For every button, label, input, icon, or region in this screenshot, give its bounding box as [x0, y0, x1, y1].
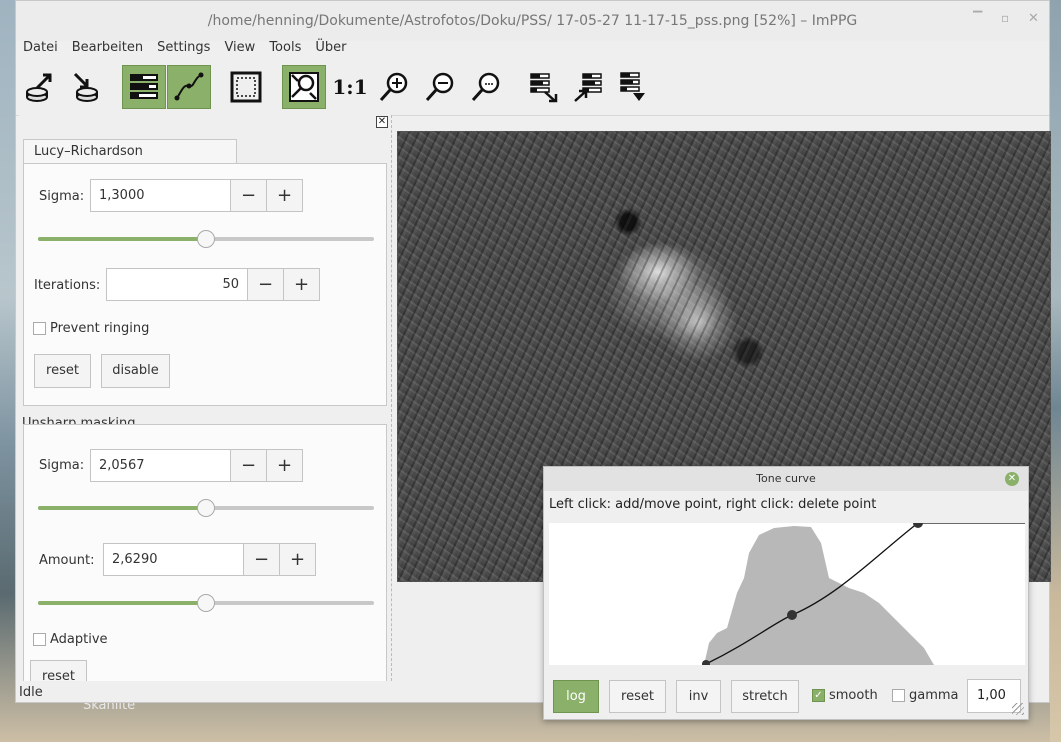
curve-point-3[interactable] — [913, 523, 923, 528]
menu-file[interactable]: Datei — [16, 38, 65, 58]
tone-curve-close-icon[interactable]: ✕ — [1005, 472, 1019, 486]
window-title: /home/henning/Dokumente/Astrofotos/Doku/… — [16, 1, 1049, 41]
fit-window-icon — [289, 72, 319, 102]
zoom-1to1-button[interactable]: 1:1 — [328, 65, 372, 109]
zoom-in-button[interactable] — [372, 65, 416, 109]
lr-sigma-slider[interactable] — [38, 230, 374, 248]
um-amount-slider-handle[interactable] — [197, 594, 215, 612]
maximize-icon[interactable]: ▫ — [1001, 11, 1009, 25]
menu-about[interactable]: Über — [308, 38, 353, 58]
tone-curve-window: Tone curve ✕ Left click: add/move point,… — [543, 466, 1029, 720]
fit-window-button[interactable] — [282, 65, 326, 109]
zoom-out-icon — [425, 72, 454, 102]
um-sigma-decrement-button[interactable]: − — [230, 449, 267, 482]
um-sigma-input[interactable]: 2,0567 — [90, 449, 231, 482]
batch-settings-icon — [530, 73, 558, 103]
lr-sigma-slider-fill — [38, 237, 206, 241]
batch-settings-button[interactable] — [522, 65, 566, 109]
toolbar: 1:1 — [16, 61, 1049, 116]
stretch-button[interactable]: stretch — [731, 680, 799, 713]
close-icon[interactable]: ✕ — [1028, 11, 1039, 26]
um-sigma-slider-handle[interactable] — [197, 499, 215, 517]
lr-disable-button[interactable]: disable — [101, 354, 170, 388]
tone-curve-plot[interactable] — [549, 523, 1025, 665]
menu-settings[interactable]: Settings — [150, 38, 217, 58]
um-amount-decrement-button[interactable]: − — [243, 543, 280, 576]
um-reset-button[interactable]: reset — [30, 660, 87, 681]
lr-sigma-input[interactable]: 1,3000 — [90, 179, 231, 212]
smooth-label: smooth — [829, 688, 878, 703]
prevent-ringing-label: Prevent ringing — [50, 321, 150, 336]
menu-edit[interactable]: Bearbeiten — [65, 38, 150, 58]
batch-process-icon — [574, 73, 602, 102]
lr-group: Sigma: 1,3000 − + Iterations: 50 − + Pre… — [23, 163, 387, 406]
um-amount-slider-fill — [38, 601, 206, 605]
align-button[interactable] — [610, 65, 654, 109]
um-group: Sigma: 2,0567 − + Amount: 2,6290 − + Ada… — [23, 424, 387, 681]
lr-sigma-decrement-button[interactable]: − — [230, 179, 267, 212]
um-amount-input[interactable]: 2,6290 — [103, 543, 244, 576]
select-all-button[interactable] — [224, 65, 268, 109]
toggle-panel-icon — [130, 74, 158, 99]
lr-iterations-input[interactable]: 50 — [106, 268, 248, 301]
um-amount-label: Amount: — [39, 553, 95, 568]
lr-iterations-decrement-button[interactable]: − — [247, 268, 284, 301]
histogram — [704, 526, 934, 665]
lr-sigma-increment-button[interactable]: + — [266, 179, 303, 212]
tone-curve-button[interactable] — [167, 65, 211, 109]
menu-view[interactable]: View — [217, 38, 262, 58]
resize-grip-icon[interactable] — [1012, 703, 1024, 715]
lr-reset-button[interactable]: reset — [34, 354, 91, 388]
status-bar: Idle — [19, 685, 43, 700]
open-icon — [26, 73, 52, 102]
lr-sigma-label: Sigma: — [39, 189, 85, 204]
zoom-custom-button[interactable] — [464, 65, 508, 109]
batch-process-button[interactable] — [566, 65, 610, 109]
um-sigma-increment-button[interactable]: + — [266, 449, 303, 482]
panel-close-icon[interactable]: ✕ — [376, 116, 388, 128]
zoom-in-icon — [379, 72, 408, 102]
toggle-panel-button[interactable] — [122, 65, 166, 109]
gamma-checkbox[interactable] — [892, 689, 905, 702]
settings-panel: ✕ Lucy–Richardson deconvolution Sigma: 1… — [19, 115, 392, 681]
tone-curve-icon — [174, 72, 204, 101]
gamma-label: gamma — [909, 688, 959, 703]
zoom-1to1-label: 1:1 — [332, 75, 368, 99]
desktop-background — [1050, 0, 1061, 742]
lr-iterations-increment-button[interactable]: + — [283, 268, 320, 301]
curve-point-2[interactable] — [787, 610, 797, 620]
save-button[interactable] — [64, 65, 108, 109]
align-icon — [620, 72, 645, 101]
open-button[interactable] — [18, 65, 62, 109]
menu-tools[interactable]: Tools — [262, 38, 308, 58]
menu-bar: Datei Bearbeiten Settings View Tools Übe… — [16, 38, 1049, 58]
tone-curve-reset-button[interactable]: reset — [609, 680, 666, 713]
zoom-custom-icon — [471, 72, 500, 102]
lr-sigma-slider-handle[interactable] — [197, 230, 215, 248]
um-sigma-slider[interactable] — [38, 499, 374, 517]
tone-curve-help: Left click: add/move point, right click:… — [549, 497, 877, 512]
minimize-icon[interactable]: ▔ — [973, 11, 982, 25]
um-sigma-slider-fill — [38, 506, 206, 510]
tab-lucy-richardson[interactable]: Lucy–Richardson deconvolution — [23, 139, 237, 183]
select-all-icon — [230, 71, 262, 103]
prevent-ringing-checkbox[interactable] — [33, 322, 46, 335]
um-amount-increment-button[interactable]: + — [279, 543, 316, 576]
log-button[interactable]: log — [553, 680, 599, 713]
um-sigma-label: Sigma: — [39, 458, 85, 473]
adaptive-label: Adaptive — [50, 632, 108, 647]
adaptive-checkbox[interactable] — [33, 633, 46, 646]
tone-curve-title: Tone curve — [544, 467, 1028, 491]
save-icon — [73, 72, 98, 102]
um-amount-slider[interactable] — [38, 594, 374, 612]
smooth-checkbox[interactable]: ✓ — [812, 689, 825, 702]
lr-iterations-label: Iterations: — [34, 278, 101, 293]
zoom-out-button[interactable] — [418, 65, 462, 109]
invert-button[interactable]: inv — [676, 680, 721, 713]
